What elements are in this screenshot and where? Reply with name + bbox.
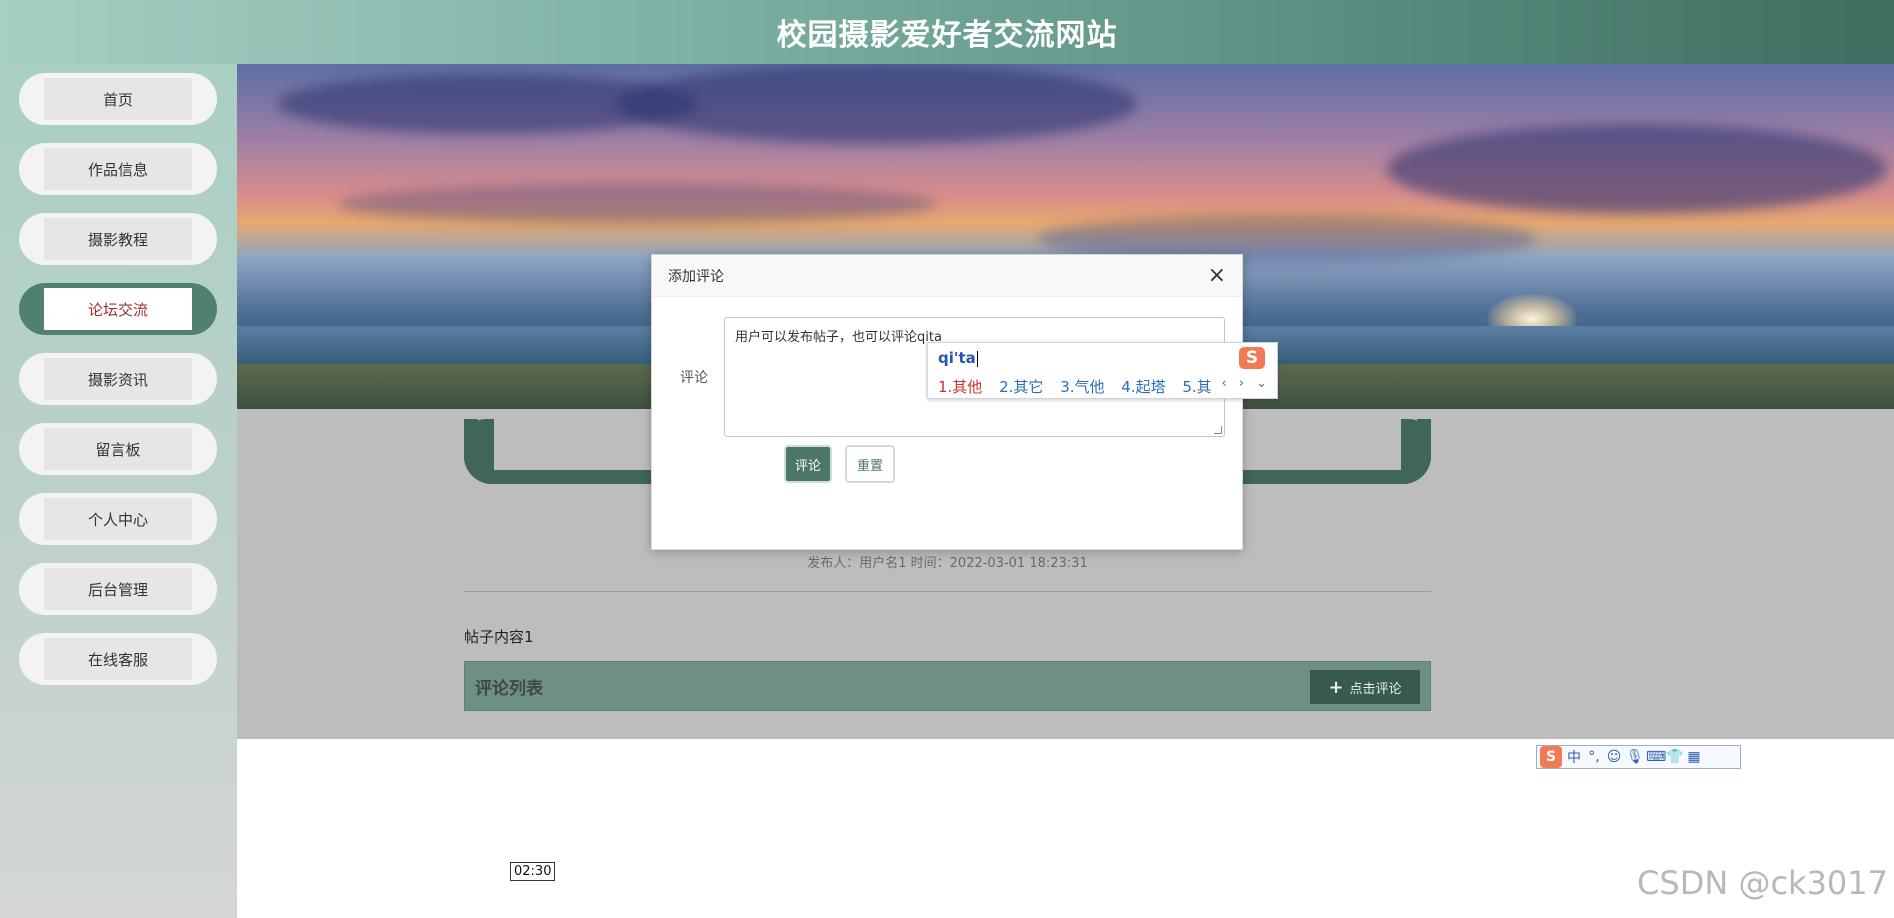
plus-icon: + <box>1328 676 1344 698</box>
reset-button[interactable]: 重置 <box>845 445 895 483</box>
ime-page-nav-icon[interactable]: ‹ › ⌄ <box>1221 376 1271 391</box>
ime-mode-icon[interactable]: 中 <box>1566 747 1582 767</box>
nav-item-forum[interactable]: 论坛交流 <box>19 283 217 335</box>
dialog-title: 添加评论 <box>668 268 724 285</box>
add-comment-label: 点击评论 <box>1349 681 1402 697</box>
nav-item-news[interactable]: 摄影资讯 <box>19 353 217 405</box>
ime-candidate-window: qi'ta S 1.其他 2.其它 3.气他 4.起塔 5.其 ‹ › ⌄ <box>927 342 1278 399</box>
keyboard-icon[interactable]: ⌨ <box>1646 749 1666 765</box>
post-content: 帖子内容1 <box>464 628 534 646</box>
nav-item-support[interactable]: 在线客服 <box>19 633 217 685</box>
nav-item-label: 后台管理 <box>44 568 192 610</box>
nav-item-label: 留言板 <box>44 428 192 470</box>
nav-item-label: 作品信息 <box>44 148 192 190</box>
skin-icon[interactable]: 👕 <box>1666 749 1683 765</box>
nav-item-label: 首页 <box>44 78 192 120</box>
dialog-header: 添加评论 × <box>652 255 1242 297</box>
ime-candidate[interactable]: 4.起塔 <box>1121 378 1165 396</box>
watermark: CSDN @ck3017 <box>1637 864 1888 902</box>
resize-grip-icon[interactable] <box>1214 426 1222 434</box>
add-comment-dialog: 添加评论 × 评论 用户可以发布帖子，也可以评论qita 评论 重置 <box>651 254 1243 550</box>
divider <box>464 591 1431 592</box>
comment-list-header: 评论列表 + 点击评论 <box>464 661 1431 711</box>
nav-item-label: 摄影资讯 <box>44 358 192 400</box>
site-title: 校园摄影爱好者交流网站 <box>776 18 1118 53</box>
nav-item-home[interactable]: 首页 <box>19 73 217 125</box>
nav-item-works[interactable]: 作品信息 <box>19 143 217 195</box>
toolbox-icon[interactable]: ▦ <box>1686 749 1702 765</box>
ime-candidate[interactable]: 1.其他 <box>938 378 982 396</box>
punctuation-icon[interactable]: °, <box>1586 749 1602 765</box>
close-icon[interactable]: × <box>1208 264 1226 287</box>
emoji-icon[interactable]: ☺ <box>1606 749 1622 765</box>
nav-item-label: 摄影教程 <box>44 218 192 260</box>
nav-item-tutorials[interactable]: 摄影教程 <box>19 213 217 265</box>
ime-toolbar: S 中 °, ☺ 🎙 ⌨ 👕 ▦ <box>1536 745 1741 769</box>
ime-pinyin-text: qi'ta <box>938 349 976 367</box>
comment-list-label: 评论列表 <box>475 678 543 699</box>
post-meta: 发布人：用户名1 时间：2022-03-01 18:23:31 <box>807 556 1088 571</box>
comment-textarea-value: 用户可以发布帖子，也可以评论qita <box>735 330 942 345</box>
submit-comment-button[interactable]: 评论 <box>784 445 832 483</box>
ime-candidates: 1.其他 2.其它 3.气他 4.起塔 5.其 <box>938 376 1224 397</box>
comment-field-label: 评论 <box>680 370 708 386</box>
ime-candidate[interactable]: 5.其 <box>1182 378 1211 396</box>
nav-item-label: 个人中心 <box>44 498 192 540</box>
nav-item-guestbook[interactable]: 留言板 <box>19 423 217 475</box>
sogou-logo-icon: S <box>1239 347 1265 369</box>
sidebar: 首页 作品信息 摄影教程 论坛交流 摄影资讯 留言板 个人中心 后台管理 在线客… <box>0 64 237 918</box>
nav-item-admin[interactable]: 后台管理 <box>19 563 217 615</box>
nav-item-profile[interactable]: 个人中心 <box>19 493 217 545</box>
microphone-icon[interactable]: 🎙 <box>1626 749 1644 765</box>
add-comment-button[interactable]: + 点击评论 <box>1310 670 1420 704</box>
nav-item-label: 论坛交流 <box>44 288 192 330</box>
timer-label: 02:30 <box>510 862 556 881</box>
ime-pinyin: qi'ta <box>938 349 978 367</box>
nav-item-label: 在线客服 <box>44 638 192 680</box>
site-header: 校园摄影爱好者交流网站 <box>0 0 1894 64</box>
ime-candidate[interactable]: 2.其它 <box>999 378 1043 396</box>
sogou-logo-icon[interactable]: S <box>1540 746 1562 768</box>
ime-candidate[interactable]: 3.气他 <box>1060 378 1104 396</box>
